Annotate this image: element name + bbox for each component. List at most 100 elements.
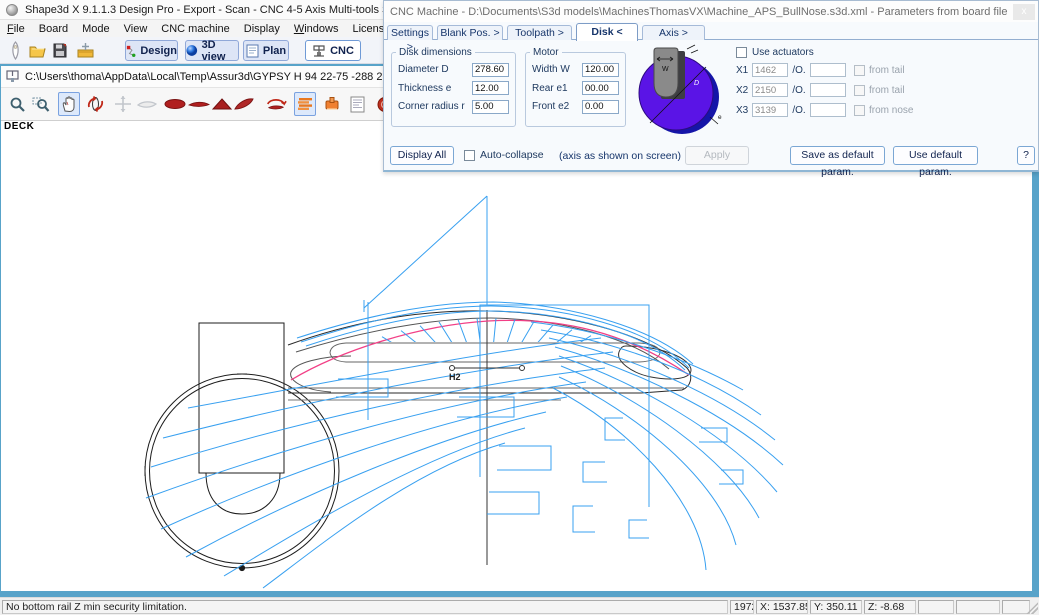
- corner-radius-input[interactable]: [472, 100, 509, 114]
- close-icon[interactable]: x: [1013, 4, 1035, 20]
- x2-input[interactable]: [752, 83, 788, 97]
- sphere-icon: [186, 44, 198, 57]
- x2-from-tail-checkbox[interactable]: [854, 85, 865, 96]
- toolpaths: [146, 196, 783, 588]
- x3-offset-input[interactable]: [810, 103, 846, 117]
- thickness-label: Thickness e: [398, 83, 451, 94]
- board-outline: [288, 310, 691, 565]
- menu-cnc-machine[interactable]: CNC machine: [154, 22, 236, 36]
- plan-label: Plan: [263, 45, 286, 57]
- x3-from-nose-checkbox[interactable]: [854, 105, 865, 116]
- disk-dimensions-group: Disk dimensions Diameter D Thickness e C…: [391, 47, 516, 127]
- menu-view[interactable]: View: [117, 22, 155, 36]
- diameter-label: Diameter D: [398, 64, 449, 75]
- thickness-input[interactable]: [472, 81, 509, 95]
- x3-input[interactable]: [752, 103, 788, 117]
- axis-note: (axis as shown on screen): [559, 150, 681, 162]
- status-x: X: 1537.85: [756, 600, 808, 614]
- apply-button[interactable]: Apply: [685, 146, 749, 165]
- x1-from-tail-label: from tail: [869, 65, 905, 76]
- menu-mode[interactable]: Mode: [75, 22, 117, 36]
- x1-input[interactable]: [752, 63, 788, 77]
- tab-toolpath[interactable]: Toolpath >: [507, 25, 572, 40]
- x3-from-nose-label: from nose: [869, 105, 913, 116]
- outline-view-icon[interactable]: [164, 92, 186, 116]
- toolpath-triangle: [364, 196, 487, 312]
- status-message: No bottom rail Z min security limitation…: [2, 600, 728, 614]
- status-empty-2: [956, 600, 1000, 614]
- motor-group: Motor Width W Rear e1 Front e2: [525, 47, 626, 127]
- plan-view-button[interactable]: Plan: [243, 40, 289, 61]
- board-file-icon: [6, 70, 19, 83]
- use-actuators-checkbox[interactable]: [736, 47, 747, 58]
- illustration-d-label: D: [694, 80, 699, 87]
- x1-label: X1: [736, 65, 752, 76]
- menu-display[interactable]: Display: [237, 22, 287, 36]
- cnc-icon: [312, 44, 326, 58]
- layers-icon[interactable]: [294, 92, 316, 116]
- menu-file[interactable]: File: [0, 22, 32, 36]
- tab-axis[interactable]: Axis >: [642, 25, 705, 40]
- cnc-machine-dialog: CNC Machine - D:\Documents\S3d models\Ma…: [383, 0, 1039, 172]
- diameter-input[interactable]: [472, 63, 509, 77]
- perspective-view-icon[interactable]: [233, 92, 255, 116]
- tab-blank-pos[interactable]: Blank Pos. >: [437, 25, 503, 40]
- tab-disk[interactable]: Disk <: [576, 23, 638, 41]
- dialog-title: CNC Machine - D:\Documents\S3d models\Ma…: [390, 6, 1007, 18]
- x1-offset-input[interactable]: [810, 63, 846, 77]
- rear-e1-input[interactable]: [582, 81, 619, 95]
- zoom-window-icon[interactable]: [30, 92, 52, 116]
- use-default-param-button[interactable]: Use default param.: [893, 146, 978, 165]
- design-label: Design: [140, 45, 177, 57]
- auto-collapse-label: Auto-collapse: [480, 149, 544, 161]
- x2-label: X2: [736, 85, 752, 96]
- dialog-tabs: Settings > Blank Pos. > Toolpath > Disk …: [384, 23, 1038, 40]
- x2-offset-input[interactable]: [810, 83, 846, 97]
- use-actuators-row: Use actuators: [736, 47, 814, 58]
- dialog-title-bar: CNC Machine - D:\Documents\S3d models\Ma…: [384, 1, 1038, 22]
- menu-board[interactable]: Board: [32, 22, 75, 36]
- resize-grip[interactable]: [1026, 602, 1038, 614]
- drawing-area[interactable]: DECK: [1, 121, 1032, 591]
- actuator-row-x1: X1 /O. from tail: [736, 63, 905, 77]
- front-e2-input[interactable]: [582, 100, 619, 114]
- front-e2-label: Front e2: [532, 101, 569, 112]
- 3d-view-button[interactable]: 3D view: [185, 40, 239, 61]
- rail-line: [291, 320, 689, 380]
- save-icon[interactable]: [50, 41, 69, 60]
- zoom-in-icon[interactable]: [6, 92, 28, 116]
- save-default-param-button[interactable]: Save as default param.: [790, 146, 885, 165]
- display-all-button[interactable]: Display All: [390, 146, 454, 165]
- status-empty-1: [918, 600, 954, 614]
- motor-legend: Motor: [530, 47, 562, 58]
- illustration-e-label: e: [718, 114, 722, 121]
- help-button[interactable]: ?: [1017, 146, 1035, 165]
- rotate-board-icon[interactable]: [265, 92, 287, 116]
- cut-list-icon[interactable]: [346, 92, 368, 116]
- cnc-view-button[interactable]: CNC: [305, 40, 361, 61]
- tab-settings[interactable]: Settings >: [387, 25, 433, 40]
- slice-view-icon[interactable]: [211, 92, 233, 116]
- toolpath-machine-icon[interactable]: [321, 92, 343, 116]
- status-bar: No bottom rail Z min security limitation…: [0, 597, 1039, 615]
- use-actuators-label: Use actuators: [752, 47, 814, 58]
- new-board-icon[interactable]: [6, 41, 25, 60]
- rotate-3d-icon[interactable]: [84, 92, 106, 116]
- x1-from-tail-checkbox[interactable]: [854, 65, 865, 76]
- design-icon: [126, 44, 136, 58]
- width-input[interactable]: [582, 63, 619, 77]
- pan-hand-icon[interactable]: [58, 92, 80, 116]
- cnc-label: CNC: [330, 45, 354, 57]
- status-count: 1972: [730, 600, 754, 614]
- dimensions-icon[interactable]: [76, 41, 95, 60]
- x2-from-tail-label: from tail: [869, 85, 905, 96]
- board-gray-icon[interactable]: [136, 92, 158, 116]
- move-cross-icon[interactable]: [112, 92, 134, 116]
- design-view-button[interactable]: Design: [125, 40, 178, 61]
- open-folder-icon[interactable]: [28, 41, 47, 60]
- auto-collapse-checkbox[interactable]: [464, 150, 475, 161]
- disk-illustration: W D e: [630, 43, 727, 139]
- menu-windows[interactable]: Windows: [287, 22, 346, 36]
- profile-view-icon[interactable]: [188, 92, 210, 116]
- cnc-toolpath-drawing: H2: [1, 121, 1032, 591]
